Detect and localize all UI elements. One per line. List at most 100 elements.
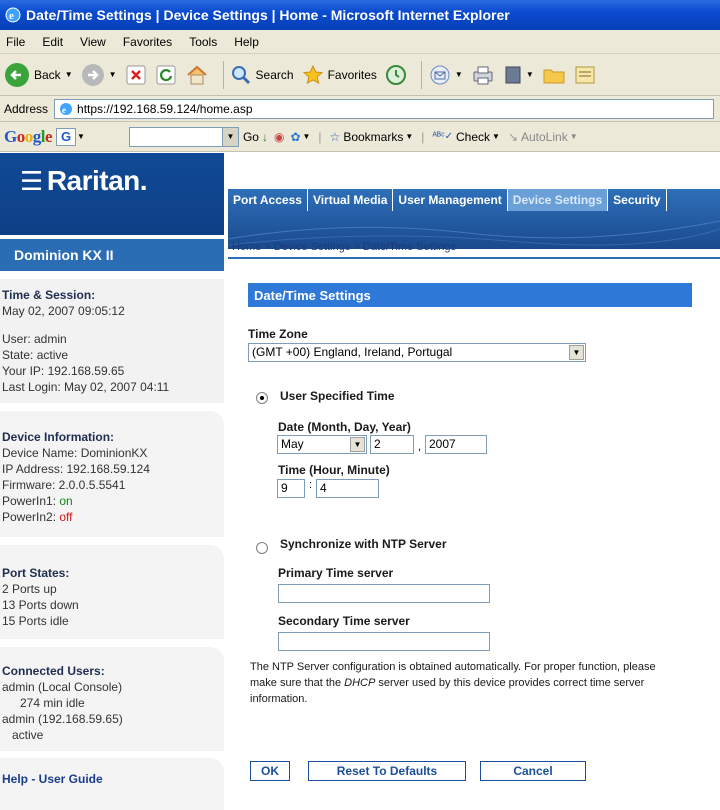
pagerank-icon[interactable]: ◉ xyxy=(274,130,284,144)
time-zone-label: Time Zone xyxy=(248,327,308,341)
power-in-2-label: PowerIn2: xyxy=(2,510,60,524)
date-separator: , xyxy=(418,441,422,453)
chevron-down-icon: ▼ xyxy=(492,132,500,141)
connected-user: admin (Local Console) xyxy=(2,680,123,694)
refresh-icon xyxy=(156,65,176,84)
mail-button[interactable]: ▼ xyxy=(428,64,463,86)
time-zone-select[interactable]: (GMT +00) England, Ireland, Portugal ▼ xyxy=(248,343,586,362)
autolink-button[interactable]: AutoLink xyxy=(521,130,568,144)
search-button[interactable]: Search xyxy=(230,64,294,86)
tab-virtual-media[interactable]: Virtual Media xyxy=(308,189,394,211)
favorites-label: Favorites xyxy=(327,67,377,82)
chevron-down-icon: ▼ xyxy=(350,437,365,452)
ok-button[interactable]: OK xyxy=(250,761,290,781)
power-in-1: PowerIn1: on xyxy=(2,493,224,509)
menu-tools[interactable]: Tools xyxy=(189,35,217,49)
month-select[interactable]: May ▼ xyxy=(277,435,367,454)
history-button[interactable] xyxy=(385,64,407,86)
google-go-button[interactable]: Go xyxy=(243,130,259,144)
check-button[interactable]: Check xyxy=(456,130,490,144)
stop-button[interactable] xyxy=(125,64,147,86)
favorites-button[interactable]: Favorites xyxy=(302,64,377,86)
ports-idle: 15 Ports idle xyxy=(2,614,69,628)
edit-button[interactable]: ▼ xyxy=(503,64,534,86)
browser-toolbar: Back ▼ ▼ Search Favorites ▼ ▼ xyxy=(0,54,720,96)
page-icon: e xyxy=(60,102,73,115)
refresh-button[interactable] xyxy=(155,64,177,86)
chevron-down-icon: ▼ xyxy=(525,70,534,79)
toolbar-separator: | xyxy=(421,129,425,144)
device-name: Device Name: DominionKX xyxy=(2,446,148,460)
tab-device-settings[interactable]: Device Settings xyxy=(507,189,609,211)
messenger-button[interactable] xyxy=(574,64,596,86)
ntp-server-radio[interactable] xyxy=(256,542,268,554)
breadcrumb-home-link[interactable]: Home xyxy=(232,241,261,253)
tab-security[interactable]: Security xyxy=(608,189,667,211)
google-g-icon[interactable]: G xyxy=(56,127,77,146)
menu-edit[interactable]: Edit xyxy=(42,35,63,49)
power-in-1-label: PowerIn1: xyxy=(2,494,60,508)
port-states-title: Port States: xyxy=(2,566,70,580)
tab-user-management[interactable]: User Management xyxy=(393,189,508,211)
secondary-time-server-input[interactable] xyxy=(278,632,490,651)
cancel-button[interactable]: Cancel xyxy=(480,761,586,781)
session-ip: Your IP: 192.168.59.65 xyxy=(2,364,125,378)
folder-button[interactable] xyxy=(542,64,566,86)
google-logo: Google xyxy=(4,126,53,146)
back-button[interactable]: Back ▼ xyxy=(4,62,73,88)
help-user-guide-link[interactable]: Help - User Guide xyxy=(0,758,224,810)
tab-port-access[interactable]: Port Access xyxy=(228,189,308,211)
svg-text:e: e xyxy=(9,10,14,22)
primary-time-server-input[interactable] xyxy=(278,584,490,603)
home-button[interactable] xyxy=(185,63,209,87)
address-label: Address xyxy=(4,101,49,116)
back-arrow-icon xyxy=(5,62,29,87)
breadcrumb-current: Date/Time Settings xyxy=(362,241,457,253)
toolbar-separator xyxy=(222,60,224,89)
breadcrumb-separator: > xyxy=(261,241,274,253)
menu-favorites[interactable]: Favorites xyxy=(123,35,172,49)
back-label: Back xyxy=(34,67,61,82)
user-specified-time-radio[interactable] xyxy=(256,392,268,404)
power-in-2: PowerIn2: off xyxy=(2,509,224,525)
session-time: May 02, 2007 09:05:12 xyxy=(2,304,125,318)
toolbar-separator: | xyxy=(318,129,322,144)
menu-file[interactable]: File xyxy=(6,35,25,49)
device-firmware: Firmware: 2.0.0.5.5541 xyxy=(2,478,126,492)
bookmark-star-icon: ☆ xyxy=(329,129,341,144)
forward-arrow-icon xyxy=(81,63,104,86)
minute-input[interactable]: 4 xyxy=(316,479,379,498)
year-input[interactable]: 2007 xyxy=(425,435,487,454)
window-title: Date/Time Settings | Device Settings | H… xyxy=(26,7,510,23)
history-icon xyxy=(385,64,406,85)
address-input[interactable]: e https://192.168.59.124/home.asp xyxy=(54,98,715,119)
window-title-bar: e Date/Time Settings | Device Settings |… xyxy=(0,0,720,30)
power-in-2-status: off xyxy=(59,510,73,524)
day-input[interactable]: 2 xyxy=(370,435,414,454)
print-button[interactable] xyxy=(471,64,495,86)
bookmarks-button[interactable]: Bookmarks xyxy=(343,130,403,144)
google-search-input[interactable]: ▼ xyxy=(128,126,239,147)
autolink-icon: ↘ xyxy=(507,129,518,144)
search-label: Search xyxy=(255,67,294,82)
menu-view[interactable]: View xyxy=(80,35,106,49)
breadcrumb-device-settings-link[interactable]: Device Settings xyxy=(274,241,350,253)
folder-icon xyxy=(543,69,565,83)
product-name: Dominion KX II xyxy=(0,239,224,271)
chevron-down-icon: ▼ xyxy=(108,70,117,79)
chevron-down-icon: ▼ xyxy=(77,132,85,141)
forward-button[interactable]: ▼ xyxy=(81,63,117,87)
ports-down: 13 Ports down xyxy=(2,598,79,612)
raritan-mark-icon: ☰ xyxy=(20,165,43,196)
time-label: Time (Hour, Minute) xyxy=(278,463,390,477)
session-user: User: admin xyxy=(2,332,67,346)
hour-input[interactable]: 9 xyxy=(277,479,305,498)
popup-blocker-icon[interactable]: ✿ xyxy=(290,130,300,144)
menu-help[interactable]: Help xyxy=(234,35,259,49)
printer-icon xyxy=(473,66,493,84)
time-separator: : xyxy=(309,479,313,491)
menu-bar: File Edit View Favorites Tools Help xyxy=(0,30,720,54)
chevron-down-icon: ▼ xyxy=(405,132,414,141)
reset-to-defaults-button[interactable]: Reset To Defaults xyxy=(308,761,466,781)
port-states-panel: Port States: 2 Ports up 13 Ports down 15… xyxy=(0,545,224,639)
